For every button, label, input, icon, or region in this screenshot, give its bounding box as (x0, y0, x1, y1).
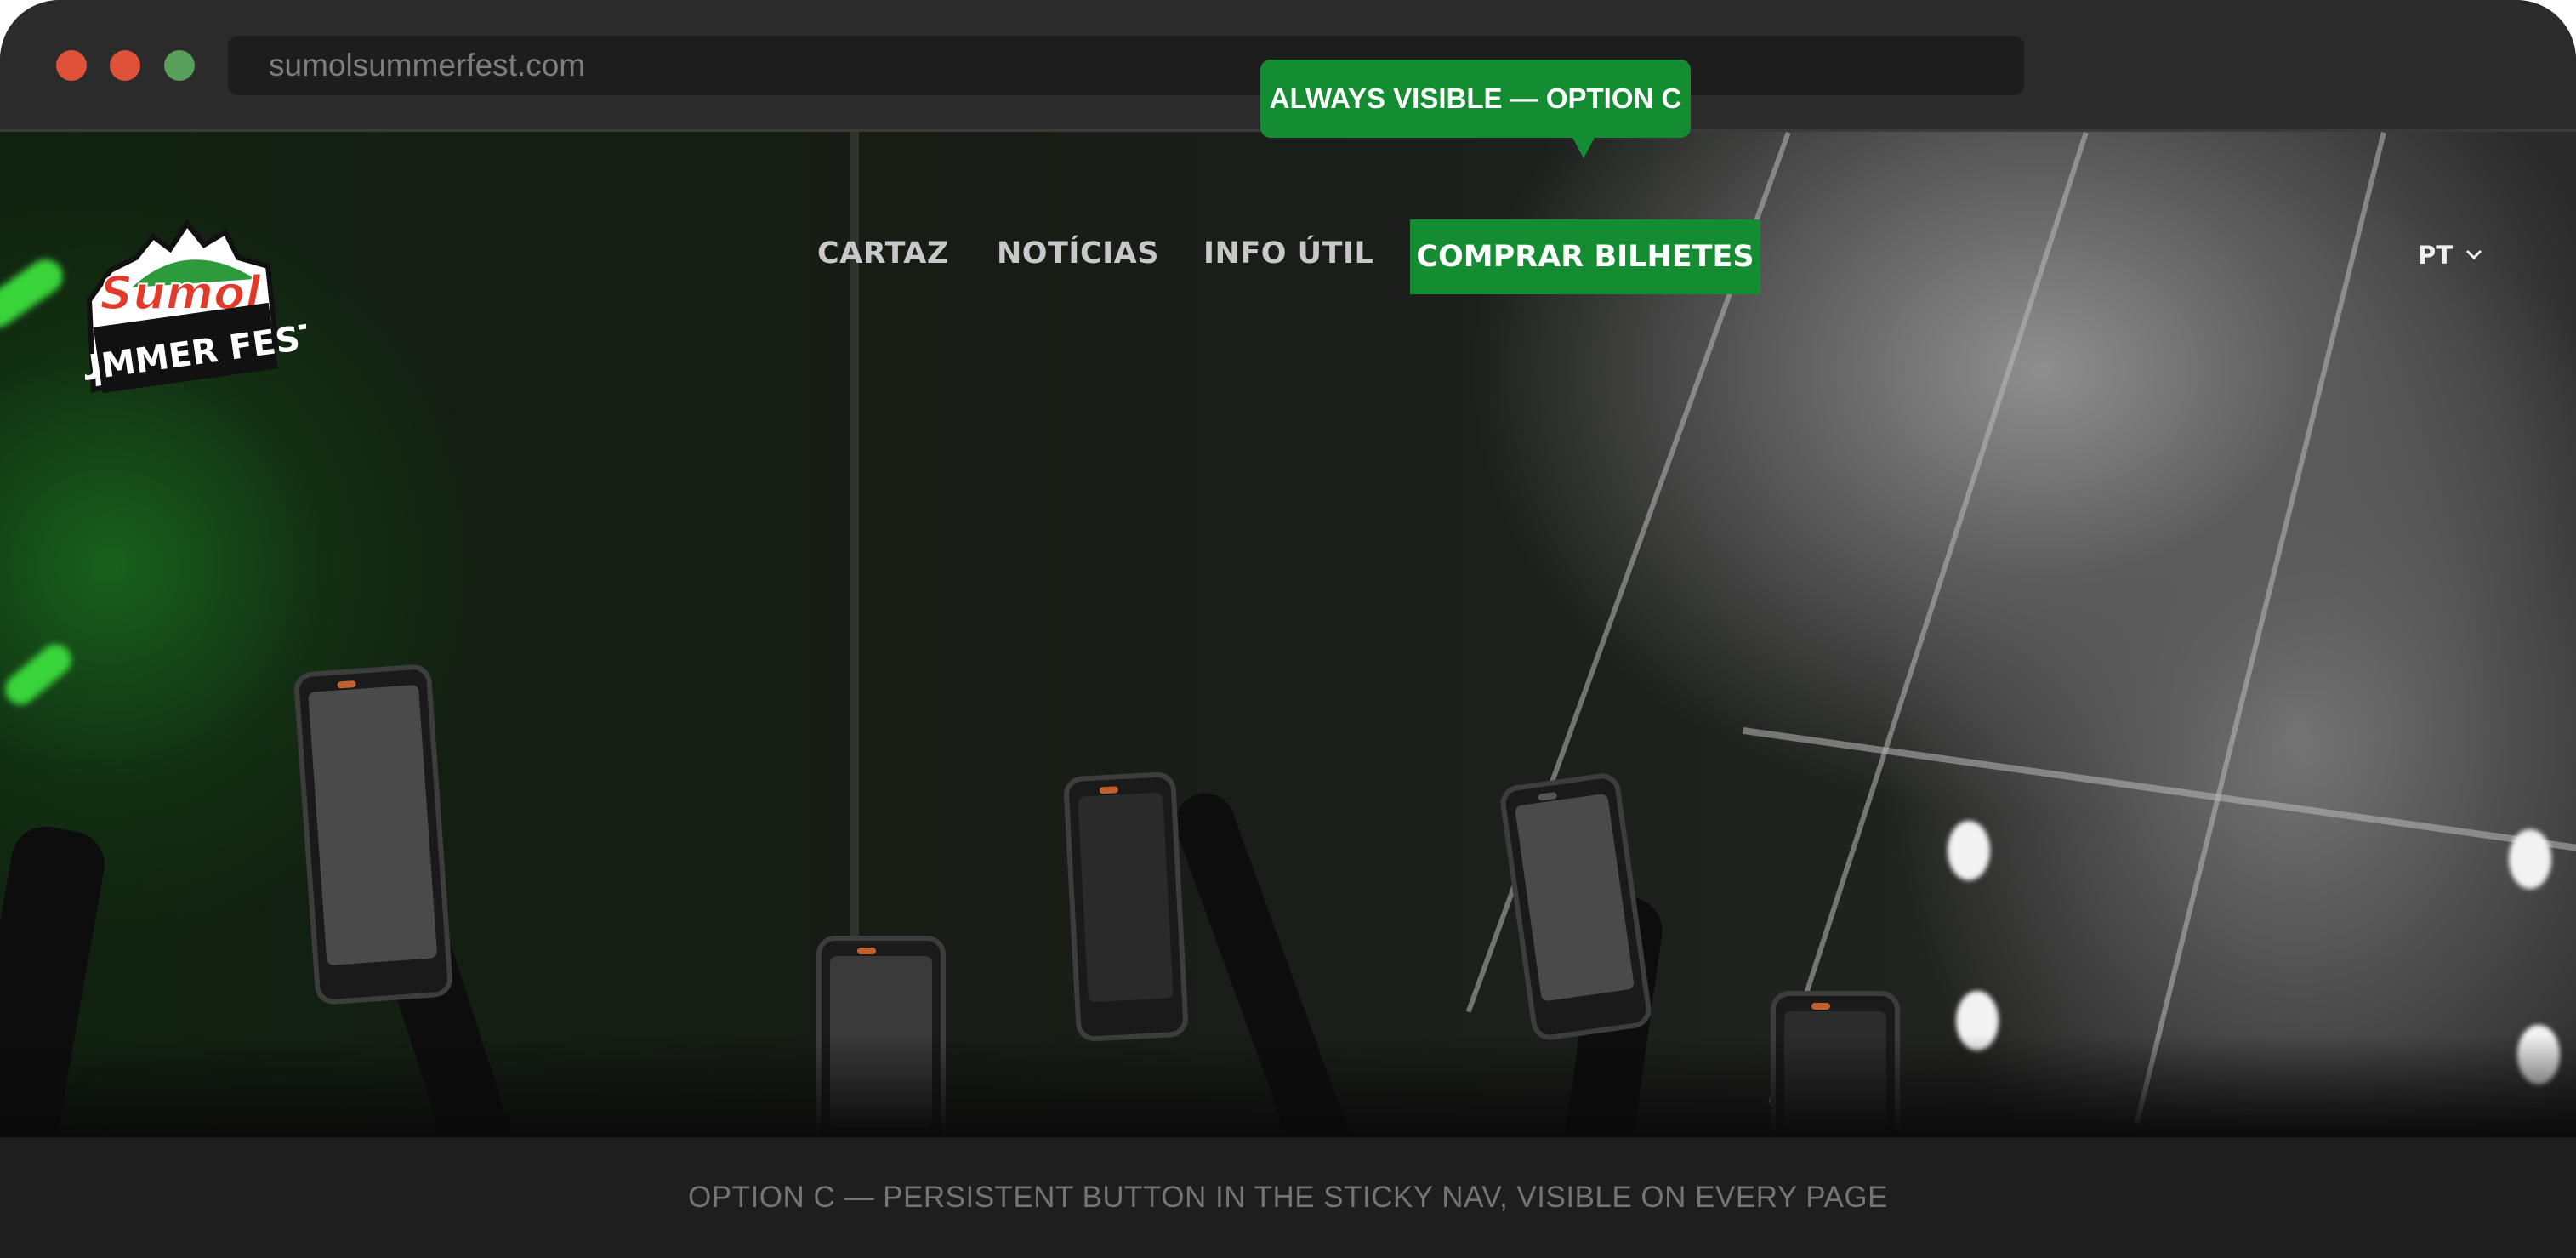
annotation-tooltip-label: ALWAYS VISIBLE — OPTION C (1269, 83, 1682, 114)
nav-item-info-util[interactable]: INFO ÚTIL (1203, 236, 1373, 270)
annotation-tooltip-pointer (1572, 136, 1595, 158)
url-text: sumolsummerfest.com (269, 48, 586, 83)
mockup-caption: OPTION C — PERSISTENT BUTTON IN THE STIC… (0, 1137, 2576, 1258)
phone-in-crowd (1498, 771, 1654, 1043)
phone-in-crowd (293, 663, 454, 1006)
stage-spotlight (1948, 821, 1990, 880)
language-selector[interactable]: PT (2418, 241, 2453, 270)
mockup-caption-text: OPTION C — PERSISTENT BUTTON IN THE STIC… (688, 1181, 1888, 1214)
chevron-down-icon[interactable] (2465, 245, 2483, 264)
maximize-window-button[interactable] (164, 50, 195, 81)
address-bar[interactable]: sumolsummerfest.com (228, 36, 2024, 95)
phone-in-crowd (1062, 771, 1190, 1043)
nav-item-cartaz[interactable]: CARTAZ (817, 236, 949, 270)
sumol-summer-fest-logo[interactable]: Sumol SUMMER FEST (85, 219, 306, 398)
stage-truss (850, 132, 859, 1067)
buy-tickets-button[interactable]: COMPRAR BILHETES (1410, 219, 1760, 294)
annotation-tooltip: ALWAYS VISIBLE — OPTION C (1260, 60, 1691, 138)
nav-item-noticias[interactable]: NOTÍCIAS (997, 236, 1159, 270)
hero-concert-image (0, 132, 2576, 1137)
minimize-window-button[interactable] (110, 50, 140, 81)
stage-spotlight (2509, 829, 2551, 889)
stage-truss (1742, 727, 2576, 853)
crowd-silhouette (0, 1035, 2576, 1137)
browser-window: sumolsummerfest.com Sumol SUMMER FEST CA… (0, 0, 2576, 1258)
close-window-button[interactable] (56, 50, 87, 81)
stage-truss (2134, 132, 2386, 1124)
stage-truss (1768, 132, 2089, 1105)
